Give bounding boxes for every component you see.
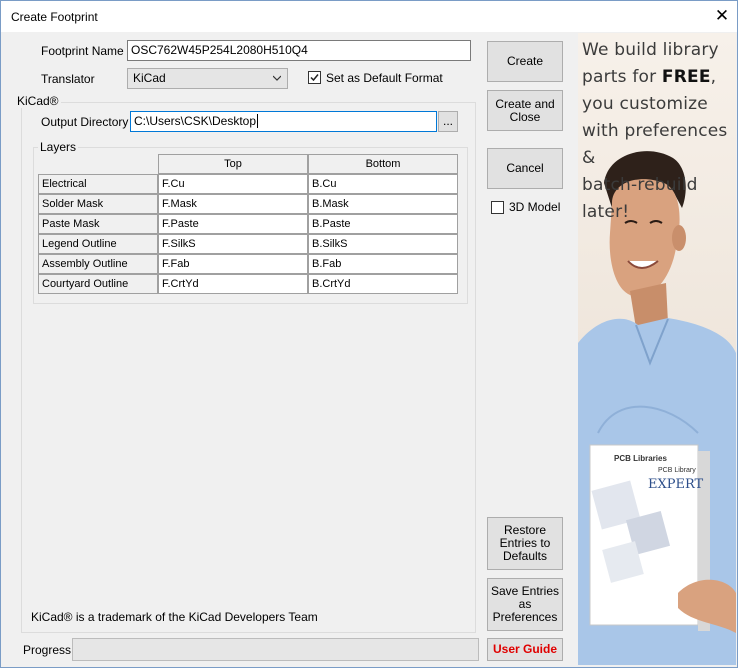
translator-label: Translator xyxy=(41,72,95,86)
top-layer-cell[interactable]: F.Fab xyxy=(158,254,308,274)
footprint-name-label: Footprint Name xyxy=(41,44,124,58)
browse-button[interactable]: ... xyxy=(438,111,458,132)
default-format-checkbox[interactable] xyxy=(308,71,321,84)
promo-line2-text: parts for xyxy=(582,67,662,87)
row-header: Legend Outline xyxy=(38,234,158,254)
row-header: Courtyard Outline xyxy=(38,274,158,294)
top-layer-cell[interactable]: F.SilkS xyxy=(158,234,308,254)
column-header-bottom: Bottom xyxy=(308,154,458,174)
row-header: Electrical xyxy=(38,174,158,194)
title-bar: Create Footprint ✕ xyxy=(1,1,737,32)
save-line3: Preferences xyxy=(492,610,558,624)
output-directory-input[interactable]: C:\Users\CSK\Desktop xyxy=(130,111,437,132)
bottom-layer-cell[interactable]: B.Mask xyxy=(308,194,458,214)
bottom-layer-cell[interactable]: B.Fab xyxy=(308,254,458,274)
checkmark-icon xyxy=(310,74,319,82)
create-footprint-dialog: Create Footprint ✕ Footprint Name OSC762… xyxy=(0,0,738,668)
bottom-layer-cell[interactable]: B.Cu xyxy=(308,174,458,194)
row-header: Solder Mask xyxy=(38,194,158,214)
promo-headline: We build library parts for FREE, you cus… xyxy=(582,37,736,226)
bottom-layer-cell[interactable]: B.CrtYd xyxy=(308,274,458,294)
box-title: EXPERT xyxy=(648,477,704,492)
3d-model-label: 3D Model xyxy=(509,200,561,214)
row-header: Assembly Outline xyxy=(38,254,158,274)
3d-model-checkbox[interactable] xyxy=(491,201,504,214)
user-guide-button[interactable]: User Guide xyxy=(487,638,563,661)
progress-label: Progress xyxy=(23,643,72,657)
output-directory-label: Output Directory xyxy=(41,115,129,129)
default-format-label: Set as Default Format xyxy=(326,71,443,85)
chevron-down-icon xyxy=(273,75,281,81)
row-header: Paste Mask xyxy=(38,214,158,234)
footprint-name-input[interactable]: OSC762W45P254L2080H510Q4 xyxy=(127,40,471,61)
translator-select[interactable]: KiCad xyxy=(127,68,288,89)
bottom-layer-cell[interactable]: B.SilkS xyxy=(308,234,458,254)
promo-line4: with preferences & xyxy=(582,121,728,168)
promo-free-text: FREE xyxy=(661,67,711,87)
promo-line1: We build library xyxy=(582,40,719,60)
top-layer-cell[interactable]: F.Mask xyxy=(158,194,308,214)
save-preferences-button[interactable]: Save Entries as Preferences xyxy=(487,578,563,631)
output-directory-value: C:\Users\CSK\Desktop xyxy=(134,114,257,128)
promo-banner[interactable]: We build library parts for FREE, you cus… xyxy=(578,33,736,665)
restore-line3: Defaults xyxy=(502,549,548,563)
create-button[interactable]: Create xyxy=(487,41,563,82)
progress-bar xyxy=(72,638,479,661)
top-layer-cell[interactable]: F.Cu xyxy=(158,174,308,194)
column-header-top: Top xyxy=(158,154,308,174)
close-icon[interactable]: ✕ xyxy=(711,4,733,28)
trademark-note: KiCad® is a trademark of the KiCad Devel… xyxy=(31,610,318,624)
layers-group-label: Layers xyxy=(38,140,79,154)
top-layer-cell[interactable]: F.CrtYd xyxy=(158,274,308,294)
create-and-close-button[interactable]: Create and Close xyxy=(487,90,563,131)
cancel-button[interactable]: Cancel xyxy=(487,148,563,189)
window-title: Create Footprint xyxy=(11,10,98,24)
kicad-group-label: KiCad® xyxy=(15,94,61,108)
box-brand: PCB Libraries xyxy=(614,454,667,463)
box-product: PCB Library xyxy=(658,467,696,474)
top-layer-cell[interactable]: F.Paste xyxy=(158,214,308,234)
promo-line3: you customize xyxy=(582,94,708,114)
bottom-layer-cell[interactable]: B.Paste xyxy=(308,214,458,234)
restore-defaults-button[interactable]: Restore Entries to Defaults xyxy=(487,517,563,570)
promo-line2-comma: , xyxy=(710,67,717,87)
create-and-close-line2: Close xyxy=(509,109,541,124)
translator-value: KiCad xyxy=(133,71,166,85)
create-and-close-line1: Create and xyxy=(495,96,555,111)
promo-line2: parts for FREE, xyxy=(582,64,736,91)
promo-line5: batch-rebuild later! xyxy=(582,175,698,222)
